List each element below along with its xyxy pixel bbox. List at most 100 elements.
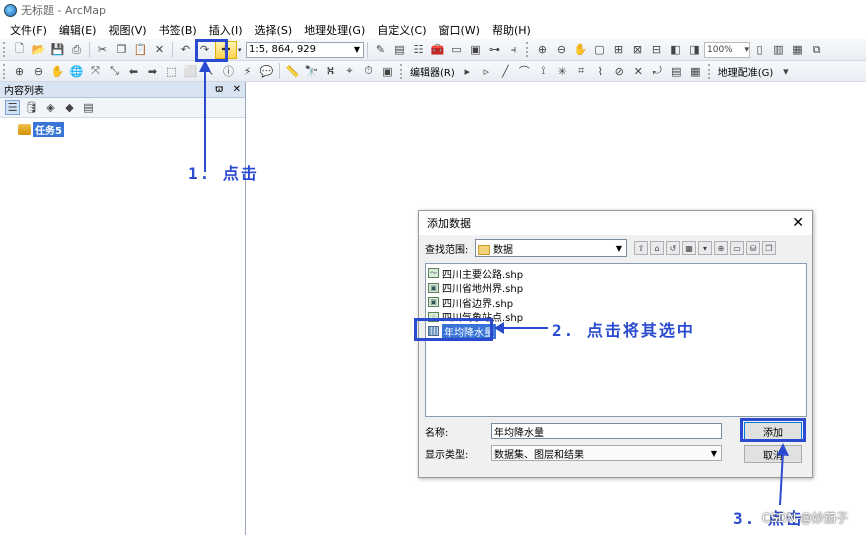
cancel-button[interactable]: 取消 [744,445,802,463]
close-icon[interactable]: ✕ [233,84,241,95]
layout-pan-icon[interactable]: ✋ [573,42,588,57]
options-icon[interactable]: ▤ [81,100,96,115]
go-to-xy-icon[interactable]: ⌖ [342,64,357,79]
data-driven-pages-icon[interactable]: ⧉ [809,42,824,57]
delete-icon[interactable]: ✕ [152,42,167,57]
new-geodatabase-icon[interactable]: ⛁ [746,241,760,255]
list-by-selection-icon[interactable]: ◆ [62,100,77,115]
zoom-in-icon[interactable]: ⊕ [12,64,27,79]
previous-extent-icon[interactable]: ◧ [668,42,683,57]
point-icon[interactable]: ✳ [555,64,570,79]
edit-vertices-icon[interactable]: ⌗ [574,64,589,79]
select-elements-icon[interactable]: ↖ [202,64,217,79]
data-frame-label[interactable]: 任务5 [33,122,64,137]
find-icon[interactable]: 🔭 [304,64,319,79]
search-window-icon[interactable]: ▣ [468,42,483,57]
back-icon[interactable]: ⬅ [126,64,141,79]
undo-icon[interactable]: ↶ [178,42,193,57]
view-options-icon[interactable]: ▾ [698,241,712,255]
fixed-zoom-in-icon[interactable]: ⊠ [630,42,645,57]
reshape-icon[interactable]: ⌇ [593,64,608,79]
split-icon[interactable]: ⫞ [506,42,521,57]
select-features-icon[interactable]: ⬚ [164,64,179,79]
list-item[interactable]: 〜 四川主要公路.shp [428,266,804,281]
copy-icon[interactable]: ❐ [114,42,129,57]
new-document-icon[interactable]: 🗋 [12,42,27,57]
catalog-icon[interactable]: ❒ [762,241,776,255]
show-type-select[interactable]: 数据集、图层和结果 ▼ [491,445,722,461]
toc-layer-item[interactable]: 任务5 [0,118,245,137]
catalog-window-icon[interactable]: ▤ [392,42,407,57]
editor-toolbar-icon[interactable]: ✎ [373,42,388,57]
menu-file[interactable]: 文件(F) [4,22,53,38]
python-window-icon[interactable]: ▭ [449,42,464,57]
save-icon[interactable]: 💾 [50,42,65,57]
menu-insert[interactable]: 插入(I) [203,22,249,38]
georeferencing-menu[interactable]: 地理配准(G) [715,64,777,79]
layout-zoom-combo[interactable]: 100% ▾ [704,41,750,58]
zoom-100-icon[interactable]: ⊞ [611,42,626,57]
fixed-zoom-out-icon[interactable]: ⤡ [107,64,122,79]
split-tool-icon[interactable]: ✕ [631,64,646,79]
edit-annotation-icon[interactable]: ▹ [479,64,494,79]
list-item[interactable]: ▣ 四川省地州界.shp [428,281,804,295]
time-slider-icon[interactable]: ⏱ [361,64,376,79]
layout-zoom-out-icon[interactable]: ⊖ [554,42,569,57]
toggle-contents-panel-icon[interactable]: ▦ [682,241,696,255]
toolbar-grip[interactable] [400,63,404,79]
up-one-level-icon[interactable]: ⇧ [634,241,648,255]
toolbar-grip[interactable] [3,42,7,57]
list-item[interactable]: ▣ 四川省边界.shp [428,295,804,310]
zoom-out-icon[interactable]: ⊖ [31,64,46,79]
new-folder-icon[interactable]: ▭ [730,241,744,255]
name-field[interactable]: 年均降水量 [491,423,722,439]
home-icon[interactable]: ⌂ [650,241,664,255]
end-point-arc-icon[interactable]: ⌒ [517,64,532,79]
look-in-combo[interactable]: 数据 ▼ [475,239,627,257]
pan-icon[interactable]: ✋ [50,64,65,79]
layout-zoom-in-icon[interactable]: ⊕ [535,42,550,57]
create-viewer-window-icon[interactable]: ▣ [380,64,395,79]
menu-view[interactable]: 视图(V) [102,22,152,38]
print-icon[interactable]: ⎙ [69,42,84,57]
map-scale-combo[interactable]: 1:5, 864, 929 ▼ [246,41,364,58]
trace-icon[interactable]: ⟟ [536,64,551,79]
table-of-contents-icon[interactable]: ☷ [411,42,426,57]
toolbar-grip[interactable] [526,42,530,57]
close-icon[interactable]: ✕ [792,215,804,231]
add-data-dropdown-icon[interactable]: ▾ [238,46,246,54]
hyperlink-icon[interactable]: ⚡ [240,64,255,79]
toolbar-grip[interactable] [707,63,712,79]
change-layout-icon[interactable]: ▦ [790,42,805,57]
html-popup-icon[interactable]: 💬 [259,64,274,79]
paste-icon[interactable]: 📋 [133,42,148,57]
edit-tool-icon[interactable]: ▸ [460,64,475,79]
full-extent-icon[interactable]: 🌐 [69,64,84,79]
measure-icon[interactable]: 📏 [285,64,300,79]
rotate-icon[interactable]: ⤾ [650,64,665,79]
chevron-down-icon[interactable]: ▾ [778,64,793,79]
open-icon[interactable]: 📂 [31,42,46,57]
model-builder-icon[interactable]: ⊶ [487,42,502,57]
arctoolbox-icon[interactable]: 🧰 [430,42,445,57]
menu-edit[interactable]: 编辑(E) [53,22,103,38]
focus-data-frame-icon[interactable]: ▥ [771,42,786,57]
menu-customize[interactable]: 自定义(C) [371,22,432,38]
connect-folder-icon[interactable]: ⊕ [714,241,728,255]
identify-icon[interactable]: ⓘ [221,64,236,79]
toggle-draft-mode-icon[interactable]: ▯ [752,42,767,57]
clear-selection-icon[interactable]: ⬜ [183,64,198,79]
toolbar-grip[interactable] [3,63,7,79]
cut-icon[interactable]: ✂ [95,42,110,57]
go-to-default-icon[interactable]: ↺ [666,241,680,255]
attributes-icon[interactable]: ▤ [669,64,684,79]
menu-help[interactable]: 帮助(H) [486,22,537,38]
list-by-drawing-order-icon[interactable]: ☰ [5,100,20,115]
menu-windows[interactable]: 窗口(W) [433,22,486,38]
menu-selection[interactable]: 选择(S) [249,22,299,38]
find-route-icon[interactable]: ⛕ [323,64,338,79]
fixed-zoom-out-icon[interactable]: ⊟ [649,42,664,57]
sketch-properties-icon[interactable]: ▦ [688,64,703,79]
pin-icon[interactable]: ϖ [215,84,223,95]
list-by-source-icon[interactable]: 🛢 [24,100,39,115]
